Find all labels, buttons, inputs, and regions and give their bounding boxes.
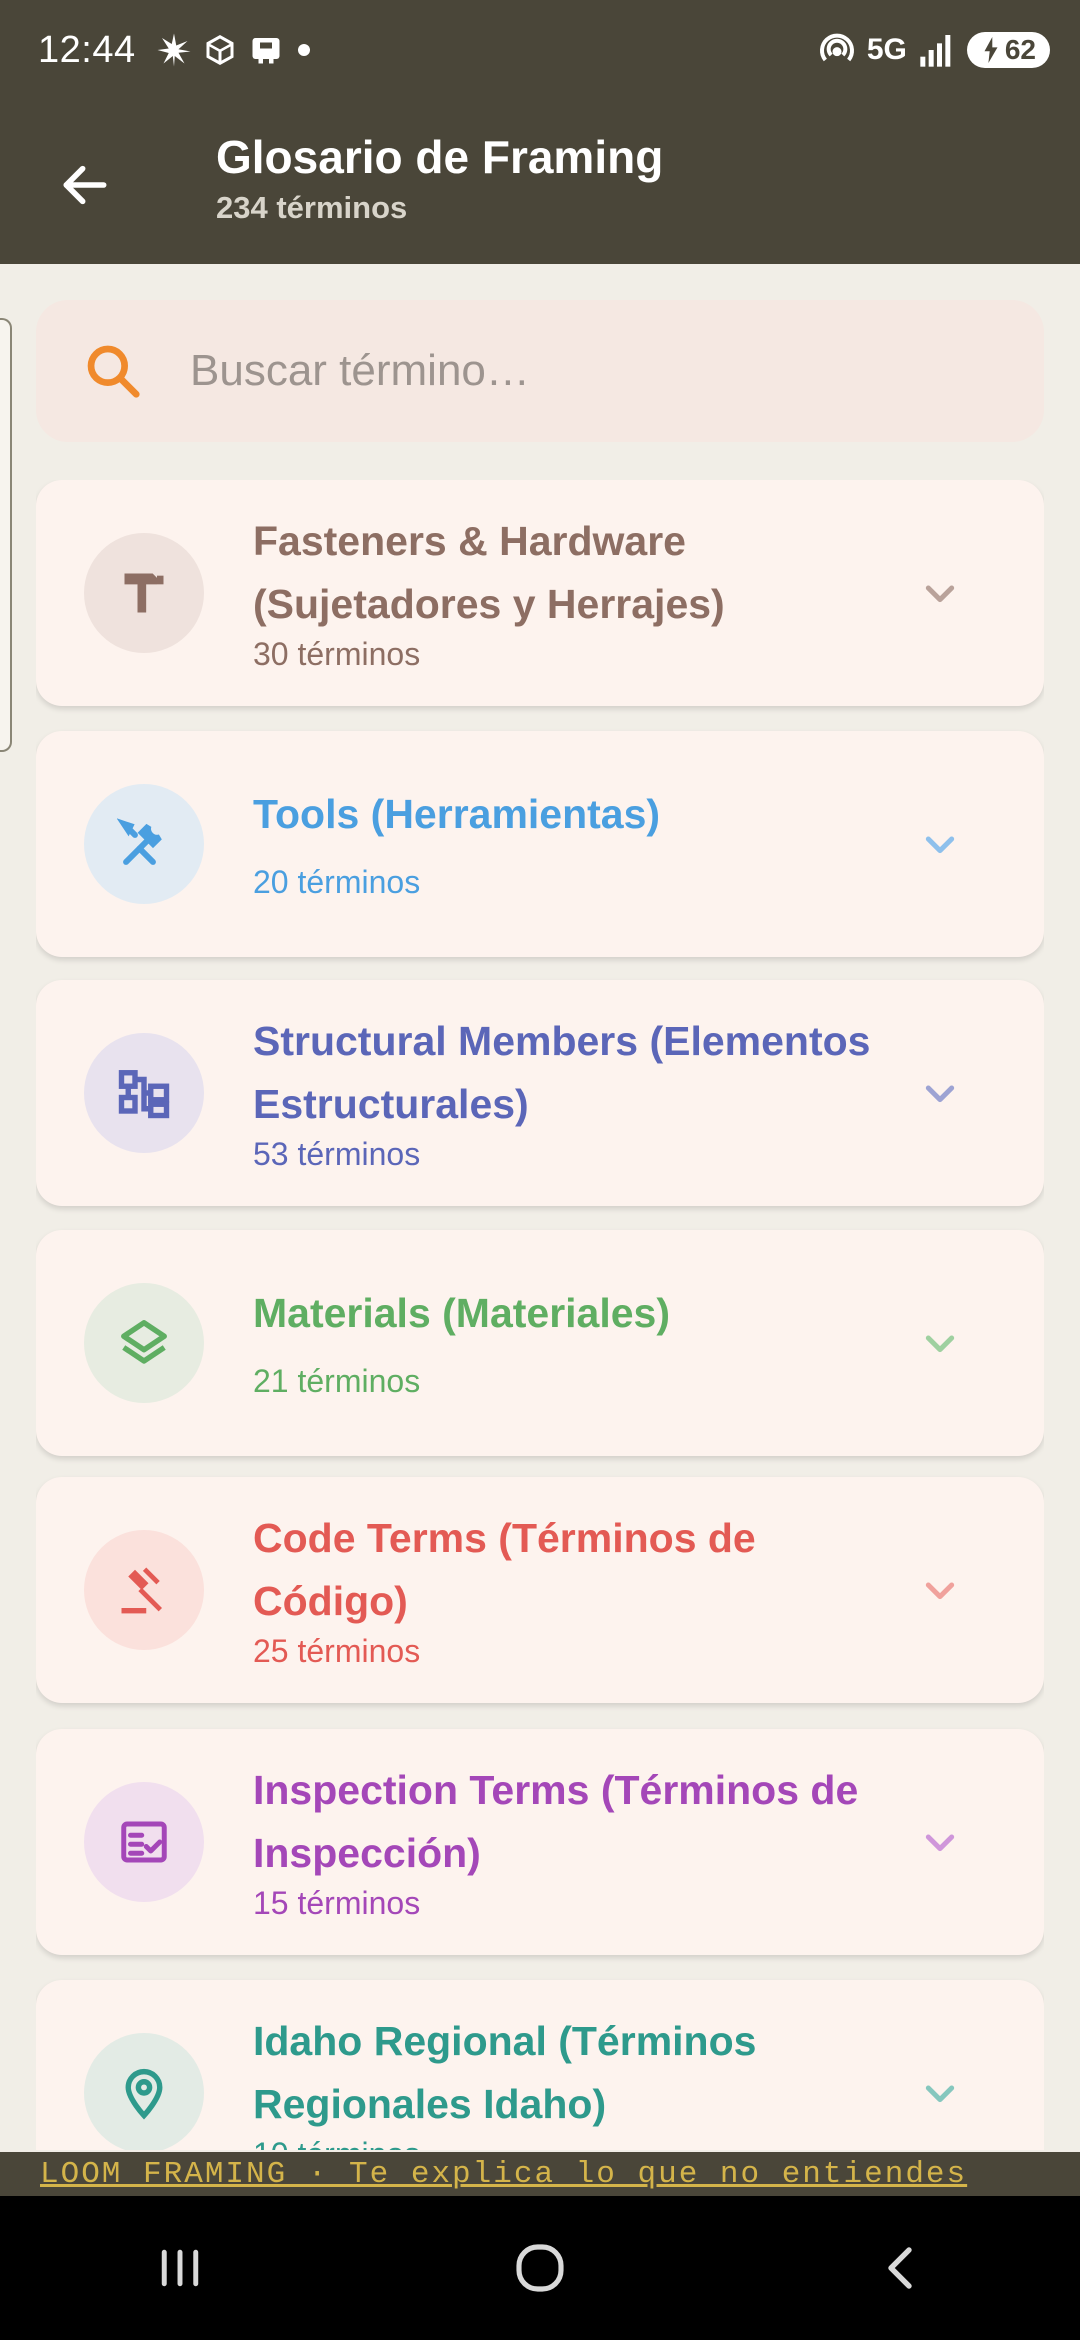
hotspot-icon [819, 33, 854, 62]
category-icon-badge [84, 1530, 204, 1650]
checklist-icon [121, 1821, 167, 1863]
chevron-down-icon[interactable] [920, 573, 960, 613]
category-card-materials[interactable]: Materials (Materiales) 21 términos [36, 1230, 1044, 1456]
category-card-inspection[interactable]: Inspection Terms (Términos de Inspección… [36, 1729, 1044, 1955]
dot-icon [297, 44, 310, 56]
location-pin-icon [125, 2069, 163, 2120]
category-count: 53 términos [253, 1136, 421, 1172]
category-icon-badge [84, 1283, 204, 1403]
arrow-back-icon [63, 165, 107, 205]
chevron-down-icon[interactable] [920, 1073, 960, 1113]
category-count: 25 términos [253, 1633, 421, 1669]
charging-icon [984, 37, 998, 63]
category-icon-badge [84, 1782, 204, 1902]
category-count: 21 términos [253, 1363, 421, 1399]
category-title: Inspection Terms (Términos de Inspección… [253, 1767, 859, 1876]
category-icon-badge [84, 2033, 204, 2150]
term-count: 234 términos [216, 190, 408, 225]
category-count: 15 términos [253, 1885, 421, 1921]
status-time: 12:44 [38, 28, 136, 71]
search-bar[interactable] [36, 300, 1044, 442]
category-count: 10 términos [253, 2136, 420, 2150]
chevron-down-icon[interactable] [920, 1570, 960, 1610]
tools-icon [117, 818, 162, 865]
page-title: Glosario de Framing [216, 131, 664, 183]
chevron-down-icon[interactable] [920, 2073, 960, 2113]
status-right: 5G 62 [817, 30, 1050, 70]
battery-indicator: 62 [966, 32, 1050, 68]
hammer-icon [124, 573, 164, 613]
category-title: Structural Members (Elementos Estructura… [253, 1018, 871, 1127]
category-icon-badge [84, 1033, 204, 1153]
search-input[interactable] [190, 346, 970, 396]
app-bar: Glosario de Framing 234 términos [0, 100, 1080, 264]
category-icon-badge [84, 784, 204, 904]
app-icon [252, 38, 280, 64]
schema-icon [118, 1070, 170, 1119]
back-nav-button[interactable] [830, 2218, 970, 2318]
category-card-structural[interactable]: Structural Members (Elementos Estructura… [36, 980, 1044, 1206]
chevron-down-icon[interactable] [920, 1323, 960, 1363]
back-icon [888, 2247, 912, 2289]
search-icon [78, 336, 148, 406]
category-count: 20 términos [253, 864, 421, 900]
category-card-fasteners[interactable]: Fasteners & Hardware (Sujetadores y Herr… [36, 480, 1044, 706]
category-title: Idaho Regional (Términos Regionales Idah… [253, 2018, 757, 2127]
home-icon [516, 2244, 564, 2292]
system-nav-bar [0, 2196, 1080, 2340]
category-card-idaho[interactable]: Idaho Regional (Términos Regionales Idah… [36, 1980, 1044, 2150]
edge-panel-handle[interactable] [0, 318, 12, 752]
network-type: 5G [866, 33, 907, 66]
chevron-down-icon[interactable] [920, 1822, 960, 1862]
recent-apps-button[interactable] [110, 2218, 250, 2318]
back-button[interactable] [50, 150, 120, 220]
layers-icon [121, 1320, 167, 1364]
category-icon-badge [84, 533, 204, 653]
gavel-icon [121, 1567, 162, 1614]
category-title: Fasteners & Hardware (Sujetadores y Herr… [253, 518, 725, 627]
recents-icon [161, 2249, 199, 2287]
category-title: Materials (Materiales) [253, 1290, 671, 1336]
category-title: Code Terms (Términos de Código) [253, 1515, 756, 1624]
category-title: Tools (Herramientas) [253, 791, 661, 837]
brand-marquee: LOOM FRAMING · Te explica lo que no enti… [0, 2152, 1080, 2196]
signal-icon [920, 35, 951, 67]
cube-icon [206, 35, 234, 65]
home-button[interactable] [470, 2218, 610, 2318]
status-bar: 12:44 5G 62 [0, 0, 1080, 100]
notification-icons [156, 32, 314, 68]
category-card-code-terms[interactable]: Code Terms (Términos de Código) 25 térmi… [36, 1477, 1044, 1703]
sparkle-icon [157, 33, 191, 67]
category-card-tools[interactable]: Tools (Herramientas) 20 términos [36, 731, 1044, 957]
status-left: 12:44 [38, 29, 314, 72]
chevron-down-icon[interactable] [920, 824, 960, 864]
category-list: Fasteners & Hardware (Sujetadores y Herr… [36, 480, 1044, 2150]
category-count: 30 términos [253, 636, 421, 672]
battery-level: 62 [1004, 34, 1036, 65]
